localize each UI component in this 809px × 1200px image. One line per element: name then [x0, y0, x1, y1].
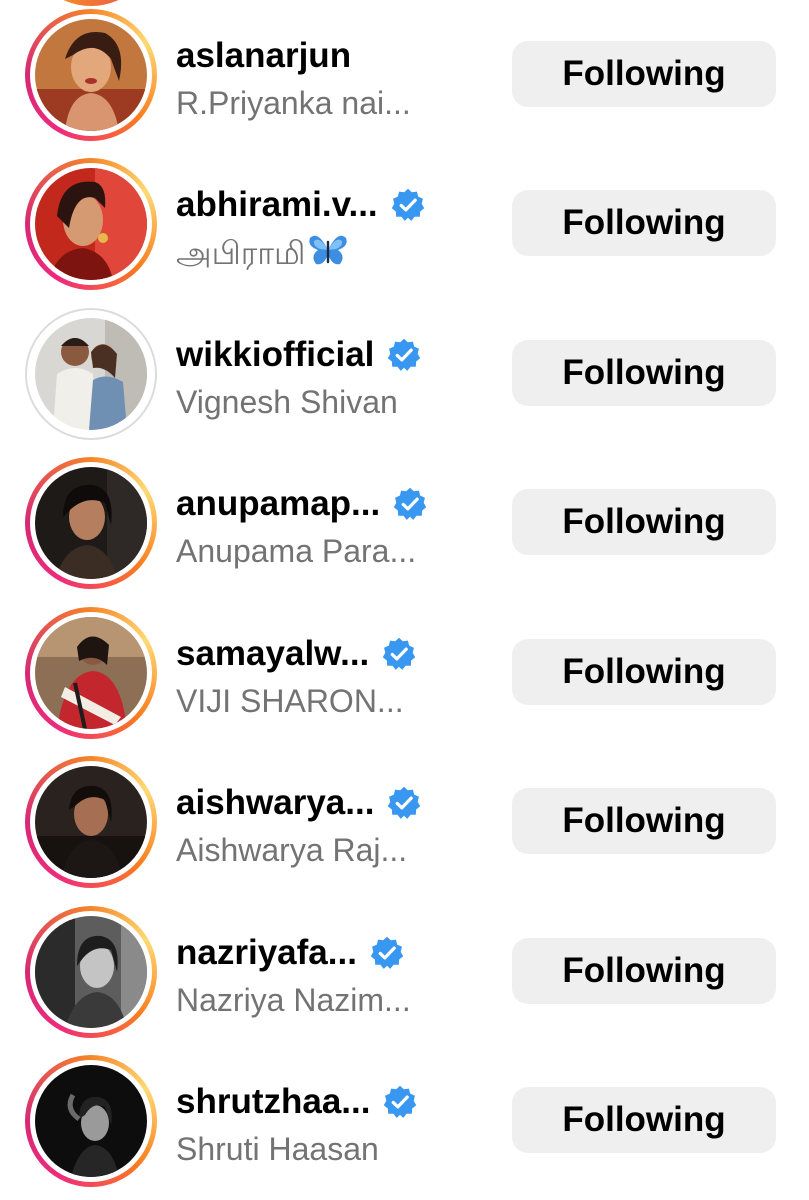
avatar[interactable] [35, 1065, 147, 1177]
avatar-frame [30, 612, 152, 734]
story-ring[interactable] [25, 308, 157, 440]
following-button[interactable]: Following [512, 1087, 776, 1153]
username-line: samayalw... [176, 632, 496, 676]
avatar-frame [30, 14, 152, 136]
avatar[interactable] [35, 318, 147, 430]
following-button[interactable]: Following [512, 340, 776, 406]
woman-portrait-icon [35, 19, 147, 131]
full-name: Vignesh Shivan [176, 384, 398, 420]
full-name: Anupama Para... [176, 533, 417, 569]
full-name: VIJI SHARON... [176, 683, 404, 719]
avatar[interactable] [35, 617, 147, 729]
verified-badge-icon [392, 486, 428, 522]
username[interactable]: nazriyafa... [176, 931, 357, 975]
avatar[interactable] [35, 916, 147, 1028]
full-name-line: Vignesh Shivan [176, 382, 496, 422]
verified-badge-icon [381, 636, 417, 672]
list-item: shrutzhaa... Shruti Haasan Following [0, 1046, 809, 1196]
avatar-frame [30, 761, 152, 883]
account-info[interactable]: samayalw... VIJI SHARON... [176, 632, 496, 721]
list-item: nazriyafa... Nazriya Nazim... Following [0, 897, 809, 1047]
following-button[interactable]: Following [512, 938, 776, 1004]
story-ring[interactable] [25, 9, 157, 141]
woman-portrait-icon [35, 617, 147, 729]
full-name-line: Anupama Para... [176, 531, 496, 571]
verified-badge-icon [369, 935, 405, 971]
full-name: Nazriya Nazim... [176, 982, 411, 1018]
full-name: Aishwarya Raj... [176, 832, 408, 868]
full-name: அபிராமி [176, 235, 306, 271]
list-item: aishwarya... Aishwarya Raj... Following [0, 747, 809, 897]
following-button[interactable]: Following [512, 41, 776, 107]
full-name-line: Aishwarya Raj... [176, 830, 496, 870]
story-ring[interactable] [25, 457, 157, 589]
account-info[interactable]: abhirami.v... அபிராமி [176, 183, 496, 277]
username[interactable]: anupamap... [176, 482, 380, 526]
list-item: aslanarjun R.Priyanka nai... Following [0, 0, 809, 150]
full-name-line: VIJI SHARON... [176, 681, 496, 721]
story-ring[interactable] [25, 906, 157, 1038]
list-item: samayalw... VIJI SHARON... Following [0, 598, 809, 748]
account-info[interactable]: nazriyafa... Nazriya Nazim... [176, 931, 496, 1020]
username-line: aishwarya... [176, 781, 496, 825]
full-name-line: Nazriya Nazim... [176, 980, 496, 1020]
list-item: anupamap... Anupama Para... Following [0, 448, 809, 598]
verified-badge-icon [386, 785, 422, 821]
full-name-line: அபிராமி [176, 232, 496, 277]
full-name-line: R.Priyanka nai... [176, 83, 496, 123]
story-ring[interactable] [25, 607, 157, 739]
verified-badge-icon [386, 337, 422, 373]
verified-badge-icon [382, 1084, 418, 1120]
full-name-line: Shruti Haasan [176, 1129, 496, 1169]
verified-badge-icon [390, 187, 426, 223]
username-line: shrutzhaa... [176, 1080, 496, 1124]
story-ring[interactable] [25, 756, 157, 888]
account-info[interactable]: aishwarya... Aishwarya Raj... [176, 781, 496, 870]
username-line: aslanarjun [176, 34, 496, 78]
username-line: wikkiofficial [176, 333, 496, 377]
butterfly-icon [308, 232, 348, 277]
avatar[interactable] [35, 467, 147, 579]
full-name: R.Priyanka nai... [176, 85, 411, 121]
username[interactable]: aslanarjun [176, 34, 351, 78]
account-info[interactable]: shrutzhaa... Shruti Haasan [176, 1080, 496, 1169]
avatar[interactable] [35, 19, 147, 131]
avatar[interactable] [35, 766, 147, 878]
list-item: wikkiofficial Vignesh Shivan Following [0, 299, 809, 449]
username[interactable]: samayalw... [176, 632, 369, 676]
account-info[interactable]: wikkiofficial Vignesh Shivan [176, 333, 496, 422]
woman-portrait-icon [35, 766, 147, 878]
avatar[interactable] [35, 168, 147, 280]
following-button[interactable]: Following [512, 639, 776, 705]
story-ring[interactable] [25, 1055, 157, 1187]
account-info[interactable]: anupamap... Anupama Para... [176, 482, 496, 571]
avatar-frame [30, 911, 152, 1033]
list-item: abhirami.v... அபிராமி Following [0, 149, 809, 299]
avatar-frame [30, 163, 152, 285]
following-button[interactable]: Following [512, 489, 776, 555]
following-button[interactable]: Following [512, 788, 776, 854]
username-line: abhirami.v... [176, 183, 496, 227]
woman-portrait-icon [35, 168, 147, 280]
woman-portrait-icon [35, 916, 147, 1028]
woman-portrait-icon [35, 1065, 147, 1177]
avatar-frame [30, 1060, 152, 1182]
woman-portrait-icon [35, 467, 147, 579]
username[interactable]: abhirami.v... [176, 183, 378, 227]
following-button[interactable]: Following [512, 190, 776, 256]
username[interactable]: wikkiofficial [176, 333, 374, 377]
avatar-frame [30, 462, 152, 584]
full-name: Shruti Haasan [176, 1131, 379, 1167]
account-info[interactable]: aslanarjun R.Priyanka nai... [176, 34, 496, 123]
avatar-frame [27, 310, 155, 438]
username-line: nazriyafa... [176, 931, 496, 975]
username[interactable]: aishwarya... [176, 781, 374, 825]
username[interactable]: shrutzhaa... [176, 1080, 370, 1124]
couple-photo-icon [35, 318, 147, 430]
story-ring[interactable] [25, 158, 157, 290]
username-line: anupamap... [176, 482, 496, 526]
